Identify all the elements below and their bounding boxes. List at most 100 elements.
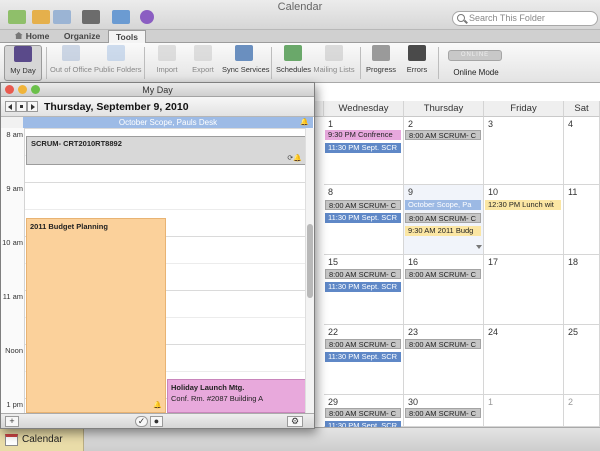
tab-organize[interactable]: Organize: [60, 30, 104, 43]
check-icon[interactable]: ✓: [135, 416, 148, 427]
calendar-event[interactable]: 8:00 AM SCRUM- C: [405, 408, 481, 418]
calendar-event[interactable]: 8:00 AM SCRUM- C: [405, 213, 481, 223]
day-cell[interactable]: 10 12:30 PM Lunch wit: [484, 185, 564, 255]
public-folders-button[interactable]: Public Folders: [94, 45, 142, 81]
notebook-icon[interactable]: [112, 10, 130, 24]
tab-home[interactable]: Home: [8, 30, 56, 43]
my-day-event-budget[interactable]: 2011 Budget Planning 🔔: [26, 218, 166, 413]
all-day-gutter: [1, 117, 23, 128]
day-cell[interactable]: 4: [564, 117, 600, 185]
day-cell[interactable]: 8 8:00 AM SCRUM- C 11:30 PM Sept. SCR: [324, 185, 404, 255]
day-cell[interactable]: 25: [564, 325, 600, 395]
calendar-event[interactable]: 12:30 PM Lunch wit: [485, 200, 561, 210]
my-day-event-scrum[interactable]: SCRUM- CRT2010RT8892 ⟳🔔: [26, 136, 306, 165]
day-cell[interactable]: 22 8:00 AM SCRUM- C 11:30 PM Sept. SCR: [324, 325, 404, 395]
day-number: 18: [568, 257, 579, 267]
close-button[interactable]: [5, 85, 14, 94]
sync-services-button[interactable]: Sync Services: [222, 45, 270, 81]
today-button[interactable]: [16, 101, 27, 112]
my-day-date: Thursday, September 9, 2010: [44, 101, 189, 113]
tab-tools[interactable]: Tools: [108, 30, 146, 44]
vertical-scrollbar[interactable]: [305, 128, 314, 413]
day-number: 23: [408, 327, 419, 337]
bell-icon: 🔔: [153, 402, 162, 409]
calendar-event[interactable]: 11:30 PM Sept. SCR: [325, 282, 401, 292]
folder-icon[interactable]: [32, 10, 50, 24]
schedules-button[interactable]: Schedules: [276, 45, 311, 81]
day-cell[interactable]: 11: [564, 185, 600, 255]
gear-icon[interactable]: ⚙: [287, 416, 303, 427]
my-day-title-bar[interactable]: My Day: [1, 83, 314, 97]
all-day-event[interactable]: October Scope, Pauls Desk 🔔: [23, 117, 313, 128]
calendar-event[interactable]: 8:00 AM SCRUM- C: [325, 269, 401, 279]
out-of-office-button[interactable]: Out of Office: [50, 45, 92, 81]
my-day-button[interactable]: My Day: [4, 45, 42, 81]
day-number: 2: [408, 119, 414, 129]
event-location: Conf. Rm. #2087 Building A: [171, 394, 264, 403]
sync-services-label: Sync Services: [222, 65, 270, 74]
online-mode-toggle[interactable]: ONLINE: [448, 50, 502, 61]
add-task-button[interactable]: +: [5, 416, 19, 427]
scrollbar-thumb[interactable]: [307, 224, 313, 298]
calendar-event[interactable]: 11:30 PM Sept. SCR: [325, 143, 401, 153]
minimize-button[interactable]: [18, 85, 27, 94]
time-label: Noon: [5, 346, 23, 355]
calendar-event[interactable]: 8:00 AM SCRUM- C: [325, 339, 401, 349]
calendar-event[interactable]: 8:00 AM SCRUM- C: [405, 130, 481, 140]
day-cell[interactable]: 18: [564, 255, 600, 325]
day-cell[interactable]: 16 8:00 AM SCRUM- C: [404, 255, 484, 325]
day-cell[interactable]: 23 8:00 AM SCRUM- C: [404, 325, 484, 395]
chevron-left-icon: [8, 104, 12, 110]
next-day-button[interactable]: [27, 101, 38, 112]
errors-button[interactable]: Errors: [404, 45, 430, 81]
day-cell[interactable]: 3: [484, 117, 564, 185]
day-cell[interactable]: 30 8:00 AM SCRUM- C: [404, 395, 484, 427]
my-day-timeline[interactable]: 8 am 9 am 10 am 11 am Noon 1 pm SCRUM- C…: [1, 128, 314, 413]
calendar-event[interactable]: 11:30 PM Sept. SCR: [325, 213, 401, 223]
undo-icon[interactable]: [53, 10, 71, 24]
calendar-event[interactable]: 8:00 AM SCRUM- C: [405, 269, 481, 279]
calendar-event[interactable]: 9:30 PM Confrence: [325, 130, 401, 140]
day-cell[interactable]: 2 8:00 AM SCRUM- C: [404, 117, 484, 185]
help-icon[interactable]: [140, 10, 154, 24]
bell-icon: 🔔: [300, 119, 309, 126]
import-button[interactable]: Import: [152, 45, 182, 81]
day-number: 17: [488, 257, 499, 267]
weekday-header-wed: Wednesday: [324, 101, 404, 117]
calendar-event[interactable]: October Scope, Pa: [405, 200, 481, 210]
search-placeholder: Search This Folder: [469, 13, 545, 23]
day-cell[interactable]: 2: [564, 395, 600, 427]
day-cell[interactable]: 29 8:00 AM SCRUM- C 11:30 PM Sept. SCR: [324, 395, 404, 431]
day-cell[interactable]: 1 9:30 PM Confrence 11:30 PM Sept. SCR: [324, 117, 404, 185]
print-icon[interactable]: [82, 10, 100, 24]
day-cell[interactable]: 1: [484, 395, 564, 427]
calendar-event[interactable]: 8:00 AM SCRUM- C: [325, 408, 401, 418]
day-number: 24: [488, 327, 499, 337]
day-cell[interactable]: 17: [484, 255, 564, 325]
person-icon[interactable]: ●: [150, 416, 163, 427]
calendar-event[interactable]: 8:00 AM SCRUM- C: [325, 200, 401, 210]
previous-day-button[interactable]: [5, 101, 16, 112]
time-label: 10 am: [2, 238, 23, 247]
calendar-event[interactable]: 9:30 AM 2011 Budg: [405, 226, 481, 236]
schedules-icon: [284, 45, 302, 61]
calendar-event[interactable]: 8:00 AM SCRUM- C: [405, 339, 481, 349]
progress-button[interactable]: Progress: [366, 45, 396, 81]
mailing-lists-button[interactable]: Mailing Lists: [313, 45, 355, 81]
day-cell[interactable]: 24: [484, 325, 564, 395]
search-input[interactable]: Search This Folder: [452, 11, 598, 26]
weekday-header-fri: Friday: [484, 101, 564, 117]
zoom-button[interactable]: [31, 85, 40, 94]
calendar-event[interactable]: 11:30 PM Sept. SCR: [325, 352, 401, 362]
calendar-module-button[interactable]: Calendar: [0, 429, 84, 451]
day-cell-today[interactable]: 9 October Scope, Pa 8:00 AM SCRUM- C 9:3…: [404, 185, 484, 255]
time-label: 8 am: [6, 130, 23, 139]
day-number: 8: [328, 187, 334, 197]
day-cell[interactable]: 15 8:00 AM SCRUM- C 11:30 PM Sept. SCR: [324, 255, 404, 325]
export-button[interactable]: Export: [188, 45, 218, 81]
more-events-icon[interactable]: [476, 245, 482, 249]
my-day-event-holiday[interactable]: Holiday Launch Mtg. Conf. Rm. #2087 Buil…: [167, 379, 306, 413]
my-day-window: My Day Thursday, September 9, 2010 Octob…: [0, 82, 315, 429]
my-day-title: My Day: [142, 85, 173, 95]
sync-icon[interactable]: [8, 10, 26, 24]
